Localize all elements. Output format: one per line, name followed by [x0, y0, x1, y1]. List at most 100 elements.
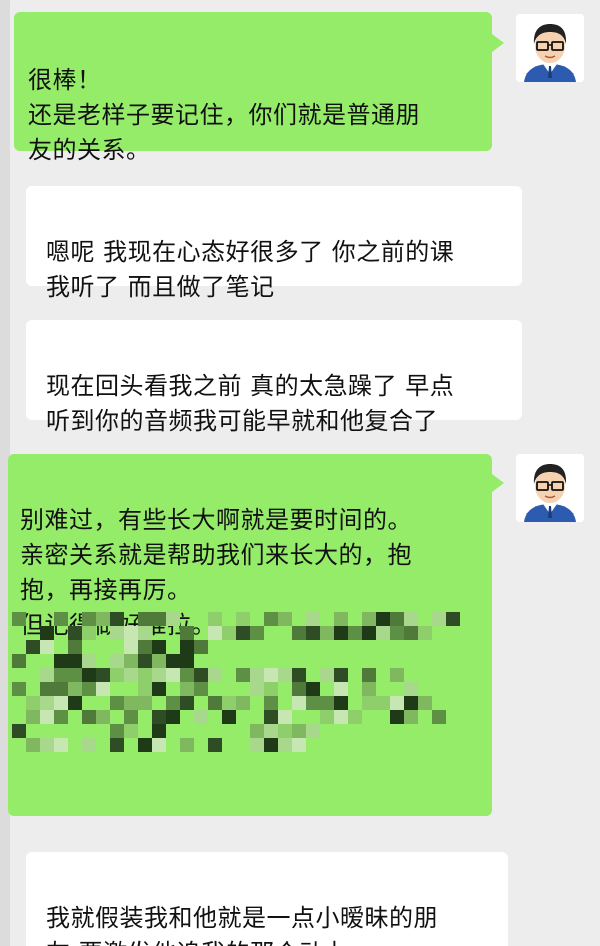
mosaic-cell: [334, 612, 348, 626]
mosaic-cell: [306, 626, 320, 640]
mosaic-cell: [82, 626, 96, 640]
mosaic-cell: [264, 696, 278, 710]
mosaic-cell: [166, 612, 180, 626]
mosaic-cell: [264, 682, 278, 696]
mosaic-cell: [138, 612, 152, 626]
mosaic-cell: [152, 682, 166, 696]
mosaic-cell: [306, 696, 320, 710]
mosaic-cell: [362, 696, 376, 710]
mosaic-cell: [264, 668, 278, 682]
mosaic-cell: [264, 612, 278, 626]
mosaic-cell: [236, 612, 250, 626]
mosaic-cell: [222, 710, 236, 724]
pixelated-redacted-text: [12, 612, 460, 752]
mosaic-cell: [152, 710, 166, 724]
mosaic-cell: [390, 626, 404, 640]
mosaic-cell: [180, 654, 194, 668]
mosaic-cell: [26, 640, 40, 654]
mosaic-cell: [292, 738, 306, 752]
mosaic-cell: [166, 668, 180, 682]
mosaic-cell: [348, 626, 362, 640]
mosaic-cell: [264, 710, 278, 724]
message-bubble-received[interactable]: 现在回头看我之前 真的太急躁了 早点 听到你的音频我可能早就和他复合了: [26, 320, 522, 435]
mosaic-cell: [418, 696, 432, 710]
mosaic-cell: [404, 626, 418, 640]
mosaic-cell: [96, 612, 110, 626]
mosaic-cell: [208, 612, 222, 626]
mosaic-cell: [362, 682, 376, 696]
avatar[interactable]: [516, 454, 584, 522]
mosaic-cell: [250, 626, 264, 640]
mosaic-cell: [110, 626, 124, 640]
mosaic-cell: [40, 696, 54, 710]
mosaic-cell: [250, 738, 264, 752]
mosaic-cell: [82, 668, 96, 682]
mosaic-cell: [292, 724, 306, 738]
mosaic-cell: [40, 640, 54, 654]
message-bubble-sent[interactable]: 别难过，有些长大啊就是要时间的。 亲密关系就是帮助我们来长大的，抱 抱，再接再厉…: [8, 454, 492, 816]
mosaic-cell: [138, 682, 152, 696]
mosaic-cell: [138, 668, 152, 682]
mosaic-cell: [26, 696, 40, 710]
mosaic-cell: [54, 696, 68, 710]
mosaic-cell: [292, 682, 306, 696]
mosaic-cell: [376, 612, 390, 626]
mosaic-cell: [278, 710, 292, 724]
chat-window: 很棒！ 还是老样子要记住，你们就是普通朋 友的关系。 嗯呢 我现在心态好很多了 …: [0, 0, 600, 946]
mosaic-cell: [334, 626, 348, 640]
mosaic-cell: [40, 738, 54, 752]
mosaic-cell: [306, 724, 320, 738]
mosaic-cell: [180, 696, 194, 710]
mosaic-cell: [110, 654, 124, 668]
mosaic-cell: [68, 626, 82, 640]
avatar[interactable]: [516, 14, 584, 82]
mosaic-cell: [292, 696, 306, 710]
mosaic-cell: [264, 738, 278, 752]
mosaic-cell: [208, 626, 222, 640]
mosaic-cell: [110, 668, 124, 682]
mosaic-cell: [278, 738, 292, 752]
mosaic-cell: [432, 710, 446, 724]
mosaic-cell: [180, 738, 194, 752]
mosaic-cell: [278, 612, 292, 626]
mosaic-cell: [152, 640, 166, 654]
message-bubble-received[interactable]: 我就假装我和他就是一点小暧昧的朋 友 要激发他追我的那个动力: [26, 852, 508, 946]
message-text: 嗯呢 我现在心态好很多了 你之前的课 我听了 而且做了笔记: [46, 238, 455, 301]
mosaic-cell: [306, 612, 320, 626]
mosaic-cell: [124, 710, 138, 724]
mosaic-cell: [278, 724, 292, 738]
message-bubble-received[interactable]: 嗯呢 我现在心态好很多了 你之前的课 我听了 而且做了笔记: [26, 186, 522, 301]
mosaic-cell: [334, 668, 348, 682]
mosaic-cell: [124, 640, 138, 654]
avatar-man-with-glasses-icon: [516, 454, 584, 522]
message-text: 很棒！ 还是老样子要记住，你们就是普通朋 友的关系。: [28, 66, 420, 164]
mosaic-cell: [320, 626, 334, 640]
mosaic-cell: [12, 682, 26, 696]
mosaic-cell: [96, 682, 110, 696]
mosaic-cell: [138, 654, 152, 668]
mosaic-cell: [376, 696, 390, 710]
mosaic-cell: [110, 612, 124, 626]
mosaic-cell: [390, 710, 404, 724]
mosaic-cell: [54, 654, 68, 668]
message-bubble-sent[interactable]: 很棒！ 还是老样子要记住，你们就是普通朋 友的关系。: [14, 12, 492, 164]
mosaic-cell: [138, 626, 152, 640]
mosaic-cell: [306, 682, 320, 696]
mosaic-cell: [208, 696, 222, 710]
mosaic-cell: [222, 696, 236, 710]
mosaic-cell: [348, 710, 362, 724]
mosaic-cell: [82, 710, 96, 724]
mosaic-cell: [264, 724, 278, 738]
mosaic-cell: [194, 682, 208, 696]
mosaic-cell: [26, 738, 40, 752]
mosaic-cell: [180, 640, 194, 654]
mosaic-cell: [362, 612, 376, 626]
mosaic-cell: [166, 710, 180, 724]
mosaic-cell: [40, 710, 54, 724]
mosaic-cell: [82, 654, 96, 668]
mosaic-cell: [376, 626, 390, 640]
mosaic-cell: [432, 612, 446, 626]
mosaic-cell: [96, 710, 110, 724]
bubble-tail: [492, 34, 504, 52]
mosaic-cell: [278, 668, 292, 682]
